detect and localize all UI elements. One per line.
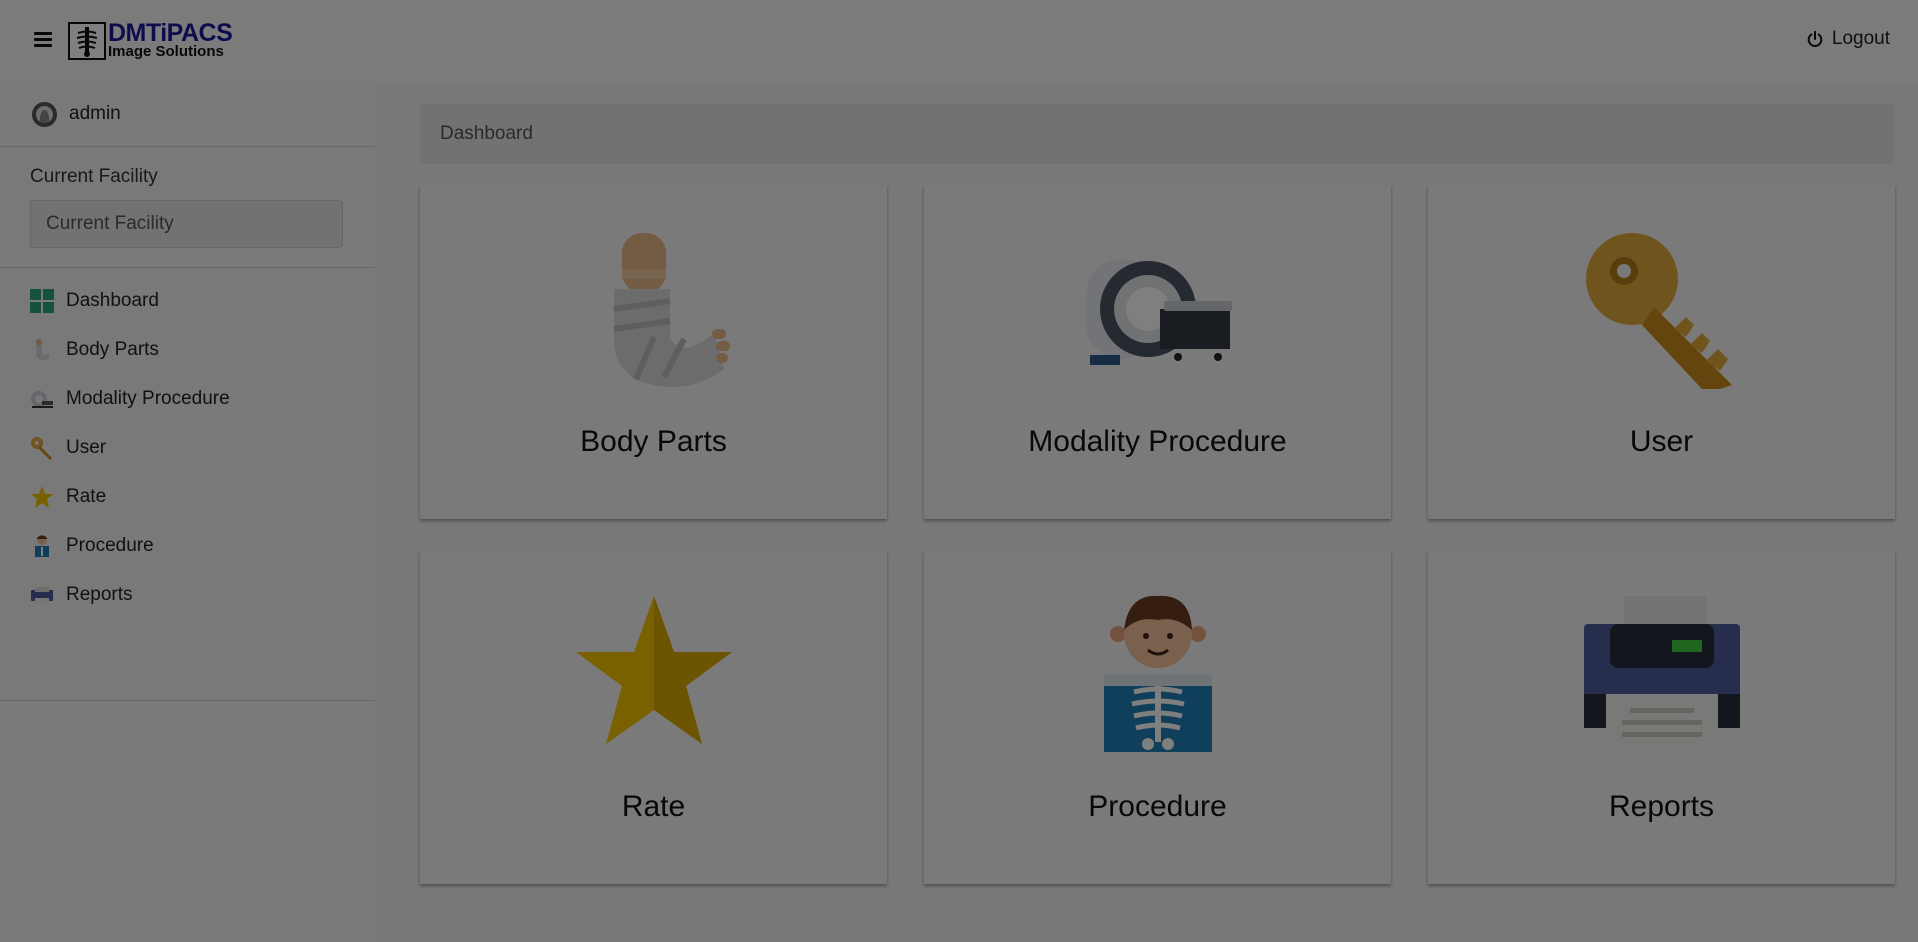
card-label: Procedure [1088,790,1227,823]
sidebar-user[interactable]: admin [0,82,375,147]
xray-patient-icon [30,534,54,558]
star-icon [574,594,734,754]
sidebar-item-dashboard[interactable]: Dashboard [0,277,375,325]
sidebar-item-label: User [66,437,107,458]
logout-button[interactable]: Logout [1806,26,1890,52]
sidebar-item-label: Modality Procedure [66,388,230,409]
skeleton-logo-icon [68,22,106,60]
sidebar-item-label: Procedure [66,535,154,556]
breadcrumb-current: Dashboard [440,123,533,144]
sidebar-item-label: Reports [66,584,133,605]
card-reports[interactable]: Reports [1428,550,1895,884]
card-rate[interactable]: Rate [420,550,887,884]
sidebar-item-modality-procedure[interactable]: Modality Procedure [0,375,375,423]
card-label: Body Parts [580,425,727,458]
sidebar-item-user[interactable]: User [0,424,375,472]
star-icon [30,485,54,509]
printer-icon [1582,594,1742,754]
power-icon [1807,30,1823,47]
card-label: Modality Procedure [1028,425,1287,458]
username: admin [69,103,121,124]
sidebar-item-rate[interactable]: Rate [0,473,375,521]
hamburger-menu-icon[interactable] [34,32,52,47]
ct-scanner-icon [30,387,54,411]
xray-patient-icon [1078,594,1238,754]
card-label: Rate [621,790,686,823]
bandaged-arm-icon [30,338,54,362]
sidebar-item-body-parts[interactable]: Body Parts [0,326,375,374]
logout-label: Logout [1831,28,1890,49]
facility-label: Current Facility [30,166,158,187]
breadcrumb: Dashboard [420,104,1894,164]
card-procedure[interactable]: Procedure [924,550,1391,884]
dashboard-grid-icon [30,289,54,313]
card-label: User [1629,425,1694,458]
sidebar-item-label: Rate [66,486,107,507]
card-modality-procedure[interactable]: Modality Procedure [924,185,1391,519]
top-header: DMTiPACS Image Solutions Logout [0,0,1918,82]
current-facility-input[interactable] [30,200,343,248]
sidebar-item-label: Body Parts [66,339,159,360]
printer-icon [30,583,54,607]
sidebar: admin Current Facility Dashboard [0,82,375,942]
app-logo[interactable]: DMTiPACS Image Solutions [68,20,240,62]
sidebar-item-procedure[interactable]: Procedure [0,522,375,570]
user-avatar-icon [32,101,57,127]
bandaged-arm-icon [574,229,734,389]
logo-subtitle: Image Solutions [108,43,224,60]
key-icon [1582,229,1742,389]
sidebar-item-label: Dashboard [66,290,159,311]
ct-scanner-icon [1078,229,1238,389]
card-body-parts[interactable]: Body Parts [420,185,887,519]
key-icon [30,436,54,460]
card-user[interactable]: User [1428,185,1895,519]
sidebar-item-reports[interactable]: Reports [0,571,375,619]
card-label: Reports [1608,790,1715,823]
sidebar-nav: Dashboard Body Parts Modality Procedure … [0,269,375,701]
